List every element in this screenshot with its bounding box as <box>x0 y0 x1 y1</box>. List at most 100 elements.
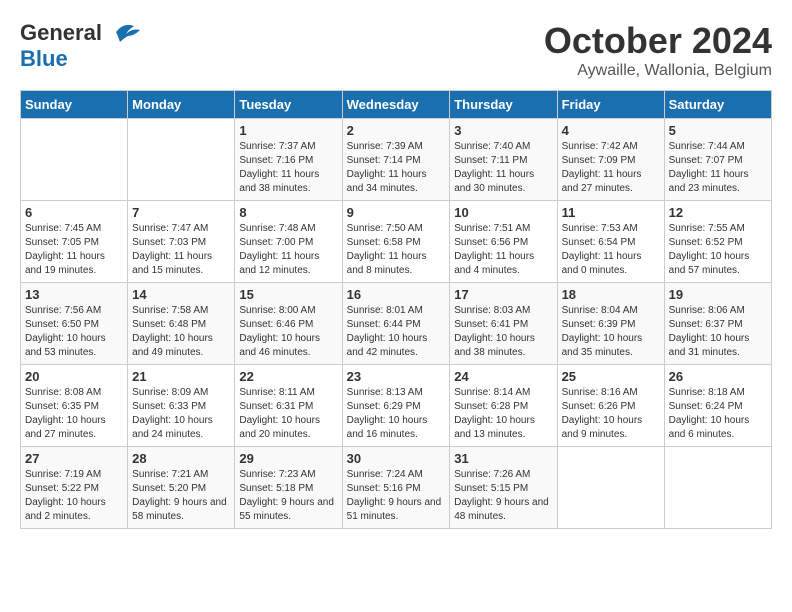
calendar-cell: 24 Sunrise: 8:14 AM Sunset: 6:28 PM Dayli… <box>450 365 557 447</box>
day-number: 22 <box>239 369 337 384</box>
day-number: 8 <box>239 205 337 220</box>
calendar-cell: 7 Sunrise: 7:47 AM Sunset: 7:03 PM Daylig… <box>128 201 235 283</box>
calendar-cell: 6 Sunrise: 7:45 AM Sunset: 7:05 PM Daylig… <box>21 201 128 283</box>
calendar-header: Sunday Monday Tuesday Wednesday Thursday… <box>21 91 772 119</box>
col-friday: Friday <box>557 91 664 119</box>
calendar-cell: 13 Sunrise: 7:56 AM Sunset: 6:50 PM Dayli… <box>21 283 128 365</box>
calendar-cell <box>21 119 128 201</box>
calendar-cell: 20Sunrise: 8:08 AM Sunset: 6:35 PM Dayli… <box>21 365 128 447</box>
week-row-1: 1 Sunrise: 7:37 AM Sunset: 7:16 PM Daylig… <box>21 119 772 201</box>
day-detail: Sunrise: 7:45 AM Sunset: 7:05 PM Dayligh… <box>25 222 123 278</box>
calendar-cell: 2 Sunrise: 7:39 AM Sunset: 7:14 PM Daylig… <box>342 119 450 201</box>
calendar-body: 1 Sunrise: 7:37 AM Sunset: 7:16 PM Daylig… <box>21 119 772 529</box>
calendar-cell: 18Sunrise: 8:04 AM Sunset: 6:39 PM Dayli… <box>557 283 664 365</box>
calendar-cell <box>664 447 771 529</box>
month-title: October 2024 <box>544 20 772 62</box>
day-number: 12 <box>669 205 767 220</box>
day-number: 26 <box>669 369 767 384</box>
day-detail: Sunrise: 8:01 AM Sunset: 6:44 PM Dayligh… <box>347 304 446 360</box>
day-detail: Sunrise: 8:03 AM Sunset: 6:41 PM Dayligh… <box>454 304 552 360</box>
day-detail: Sunrise: 7:26 AM Sunset: 5:15 PM Dayligh… <box>454 468 552 524</box>
day-number: 14 <box>132 287 230 302</box>
day-detail: Sunrise: 7:37 AM Sunset: 7:16 PM Dayligh… <box>239 140 337 196</box>
calendar-cell: 16 Sunrise: 8:01 AM Sunset: 6:44 PM Dayli… <box>342 283 450 365</box>
calendar-cell: 30 Sunrise: 7:24 AM Sunset: 5:16 PM Dayli… <box>342 447 450 529</box>
day-detail: Sunrise: 8:11 AM Sunset: 6:31 PM Dayligh… <box>239 386 337 442</box>
day-number: 31 <box>454 451 552 466</box>
day-detail: Sunrise: 7:44 AM Sunset: 7:07 PM Dayligh… <box>669 140 767 196</box>
day-detail: Sunrise: 8:18 AM Sunset: 6:24 PM Dayligh… <box>669 386 767 442</box>
week-row-5: 27Sunrise: 7:19 AM Sunset: 5:22 PM Dayli… <box>21 447 772 529</box>
calendar-cell: 11 Sunrise: 7:53 AM Sunset: 6:54 PM Dayli… <box>557 201 664 283</box>
calendar-cell: 10 Sunrise: 7:51 AM Sunset: 6:56 PM Dayli… <box>450 201 557 283</box>
day-number: 30 <box>347 451 446 466</box>
calendar-cell: 15Sunrise: 8:00 AM Sunset: 6:46 PM Dayli… <box>235 283 342 365</box>
col-thursday: Thursday <box>450 91 557 119</box>
calendar-cell <box>128 119 235 201</box>
day-detail: Sunrise: 7:21 AM Sunset: 5:20 PM Dayligh… <box>132 468 230 524</box>
calendar-cell: 1 Sunrise: 7:37 AM Sunset: 7:16 PM Daylig… <box>235 119 342 201</box>
day-detail: Sunrise: 7:24 AM Sunset: 5:16 PM Dayligh… <box>347 468 446 524</box>
day-detail: Sunrise: 7:39 AM Sunset: 7:14 PM Dayligh… <box>347 140 446 196</box>
calendar-cell: 19Sunrise: 8:06 AM Sunset: 6:37 PM Dayli… <box>664 283 771 365</box>
day-number: 11 <box>562 205 660 220</box>
col-monday: Monday <box>128 91 235 119</box>
calendar-cell: 21 Sunrise: 8:09 AM Sunset: 6:33 PM Dayli… <box>128 365 235 447</box>
day-detail: Sunrise: 7:48 AM Sunset: 7:00 PM Dayligh… <box>239 222 337 278</box>
page-header: General Blue October 2024 Aywaille, Wall… <box>20 20 772 80</box>
day-detail: Sunrise: 8:16 AM Sunset: 6:26 PM Dayligh… <box>562 386 660 442</box>
day-detail: Sunrise: 7:53 AM Sunset: 6:54 PM Dayligh… <box>562 222 660 278</box>
calendar-cell: 22 Sunrise: 8:11 AM Sunset: 6:31 PM Dayli… <box>235 365 342 447</box>
day-detail: Sunrise: 8:00 AM Sunset: 6:46 PM Dayligh… <box>239 304 337 360</box>
col-sunday: Sunday <box>21 91 128 119</box>
day-number: 2 <box>347 123 446 138</box>
day-number: 28 <box>132 451 230 466</box>
day-detail: Sunrise: 7:51 AM Sunset: 6:56 PM Dayligh… <box>454 222 552 278</box>
day-number: 7 <box>132 205 230 220</box>
calendar-cell: 29Sunrise: 7:23 AM Sunset: 5:18 PM Dayli… <box>235 447 342 529</box>
day-detail: Sunrise: 7:58 AM Sunset: 6:48 PM Dayligh… <box>132 304 230 360</box>
calendar-cell: 17 Sunrise: 8:03 AM Sunset: 6:41 PM Dayli… <box>450 283 557 365</box>
col-saturday: Saturday <box>664 91 771 119</box>
calendar-cell: 4 Sunrise: 7:42 AM Sunset: 7:09 PM Daylig… <box>557 119 664 201</box>
day-detail: Sunrise: 8:14 AM Sunset: 6:28 PM Dayligh… <box>454 386 552 442</box>
day-number: 17 <box>454 287 552 302</box>
day-detail: Sunrise: 8:08 AM Sunset: 6:35 PM Dayligh… <box>25 386 123 442</box>
week-row-2: 6 Sunrise: 7:45 AM Sunset: 7:05 PM Daylig… <box>21 201 772 283</box>
calendar-cell: 25 Sunrise: 8:16 AM Sunset: 6:26 PM Dayli… <box>557 365 664 447</box>
day-number: 27 <box>25 451 123 466</box>
day-detail: Sunrise: 7:50 AM Sunset: 6:58 PM Dayligh… <box>347 222 446 278</box>
header-row: Sunday Monday Tuesday Wednesday Thursday… <box>21 91 772 119</box>
day-number: 21 <box>132 369 230 384</box>
day-number: 10 <box>454 205 552 220</box>
day-detail: Sunrise: 7:56 AM Sunset: 6:50 PM Dayligh… <box>25 304 123 360</box>
day-detail: Sunrise: 8:09 AM Sunset: 6:33 PM Dayligh… <box>132 386 230 442</box>
location-subtitle: Aywaille, Wallonia, Belgium <box>544 62 772 80</box>
calendar-cell: 23Sunrise: 8:13 AM Sunset: 6:29 PM Dayli… <box>342 365 450 447</box>
day-detail: Sunrise: 7:40 AM Sunset: 7:11 PM Dayligh… <box>454 140 552 196</box>
logo-bird-icon <box>106 22 142 44</box>
calendar-cell: 26 Sunrise: 8:18 AM Sunset: 6:24 PM Dayli… <box>664 365 771 447</box>
week-row-3: 13 Sunrise: 7:56 AM Sunset: 6:50 PM Dayli… <box>21 283 772 365</box>
day-detail: Sunrise: 8:06 AM Sunset: 6:37 PM Dayligh… <box>669 304 767 360</box>
day-number: 6 <box>25 205 123 220</box>
calendar-table: Sunday Monday Tuesday Wednesday Thursday… <box>20 90 772 529</box>
calendar-cell: 3Sunrise: 7:40 AM Sunset: 7:11 PM Daylig… <box>450 119 557 201</box>
day-number: 5 <box>669 123 767 138</box>
day-number: 16 <box>347 287 446 302</box>
logo-general: General <box>20 20 102 46</box>
day-number: 13 <box>25 287 123 302</box>
calendar-cell: 31 Sunrise: 7:26 AM Sunset: 5:15 PM Dayli… <box>450 447 557 529</box>
day-detail: Sunrise: 7:47 AM Sunset: 7:03 PM Dayligh… <box>132 222 230 278</box>
day-number: 4 <box>562 123 660 138</box>
col-tuesday: Tuesday <box>235 91 342 119</box>
week-row-4: 20Sunrise: 8:08 AM Sunset: 6:35 PM Dayli… <box>21 365 772 447</box>
day-detail: Sunrise: 7:42 AM Sunset: 7:09 PM Dayligh… <box>562 140 660 196</box>
day-number: 24 <box>454 369 552 384</box>
calendar-cell <box>557 447 664 529</box>
day-number: 25 <box>562 369 660 384</box>
day-detail: Sunrise: 8:13 AM Sunset: 6:29 PM Dayligh… <box>347 386 446 442</box>
day-detail: Sunrise: 8:04 AM Sunset: 6:39 PM Dayligh… <box>562 304 660 360</box>
day-number: 1 <box>239 123 337 138</box>
title-block: October 2024 Aywaille, Wallonia, Belgium <box>544 20 772 80</box>
